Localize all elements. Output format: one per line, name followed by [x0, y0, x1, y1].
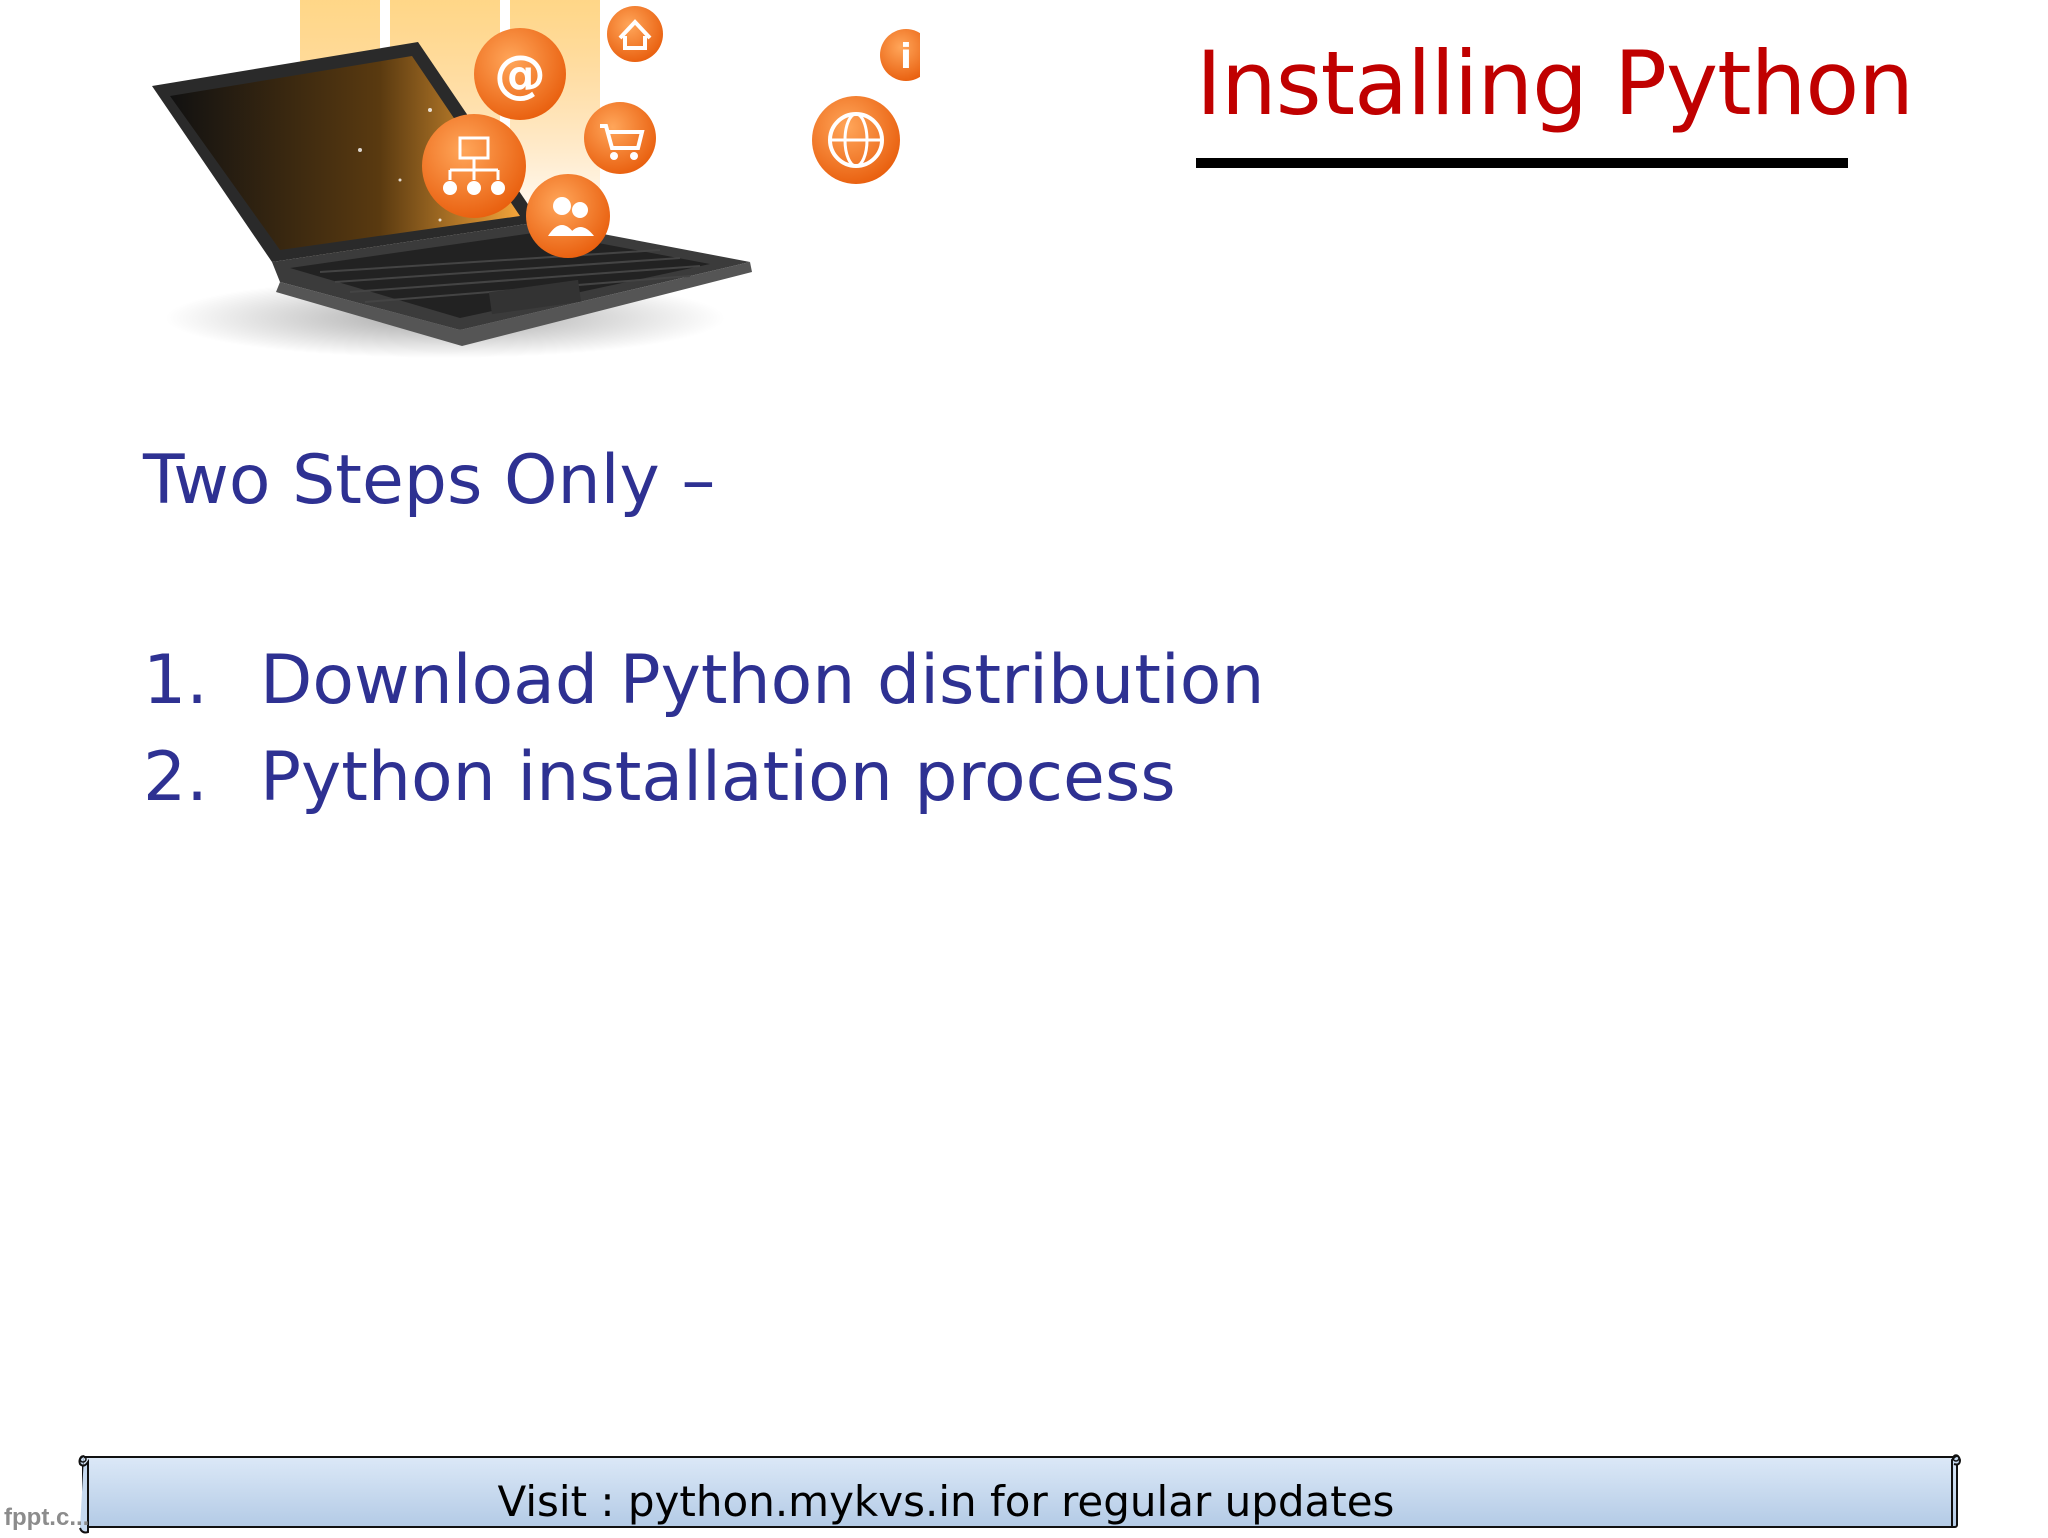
sitemap-icon — [422, 114, 526, 218]
list-item: 1. Download Python distribution — [143, 632, 1264, 729]
step-number: 1. — [143, 641, 208, 720]
scroll-curl-decoration — [78, 1454, 1962, 1534]
step-number: 2. — [143, 738, 208, 817]
globe-icon — [812, 96, 900, 184]
home-icon — [607, 6, 663, 62]
slide: @ i Installing Python Two Steps Only – 1… — [0, 0, 2048, 1536]
shopping-cart-icon — [584, 102, 656, 174]
at-sign-icon: @ — [474, 28, 566, 120]
info-icon: i — [880, 29, 920, 81]
svg-text:i: i — [900, 37, 912, 77]
slide-title: Installing Python — [1196, 32, 1914, 135]
lead-text: Two Steps Only – — [143, 441, 716, 520]
steps-list: 1. Download Python distribution 2. Pytho… — [143, 632, 1264, 826]
list-item: 2. Python installation process — [143, 729, 1264, 826]
step-text: Download Python distribution — [260, 641, 1265, 720]
laptop-illustration: @ i — [152, 0, 920, 358]
title-underline — [1196, 158, 1848, 168]
watermark: fppt.c... — [4, 1504, 90, 1531]
svg-text:@: @ — [494, 45, 546, 105]
step-text: Python installation process — [260, 738, 1176, 817]
users-icon — [526, 174, 610, 258]
footer-banner: Visit : python.mykvs.in for regular upda… — [74, 1448, 1962, 1536]
